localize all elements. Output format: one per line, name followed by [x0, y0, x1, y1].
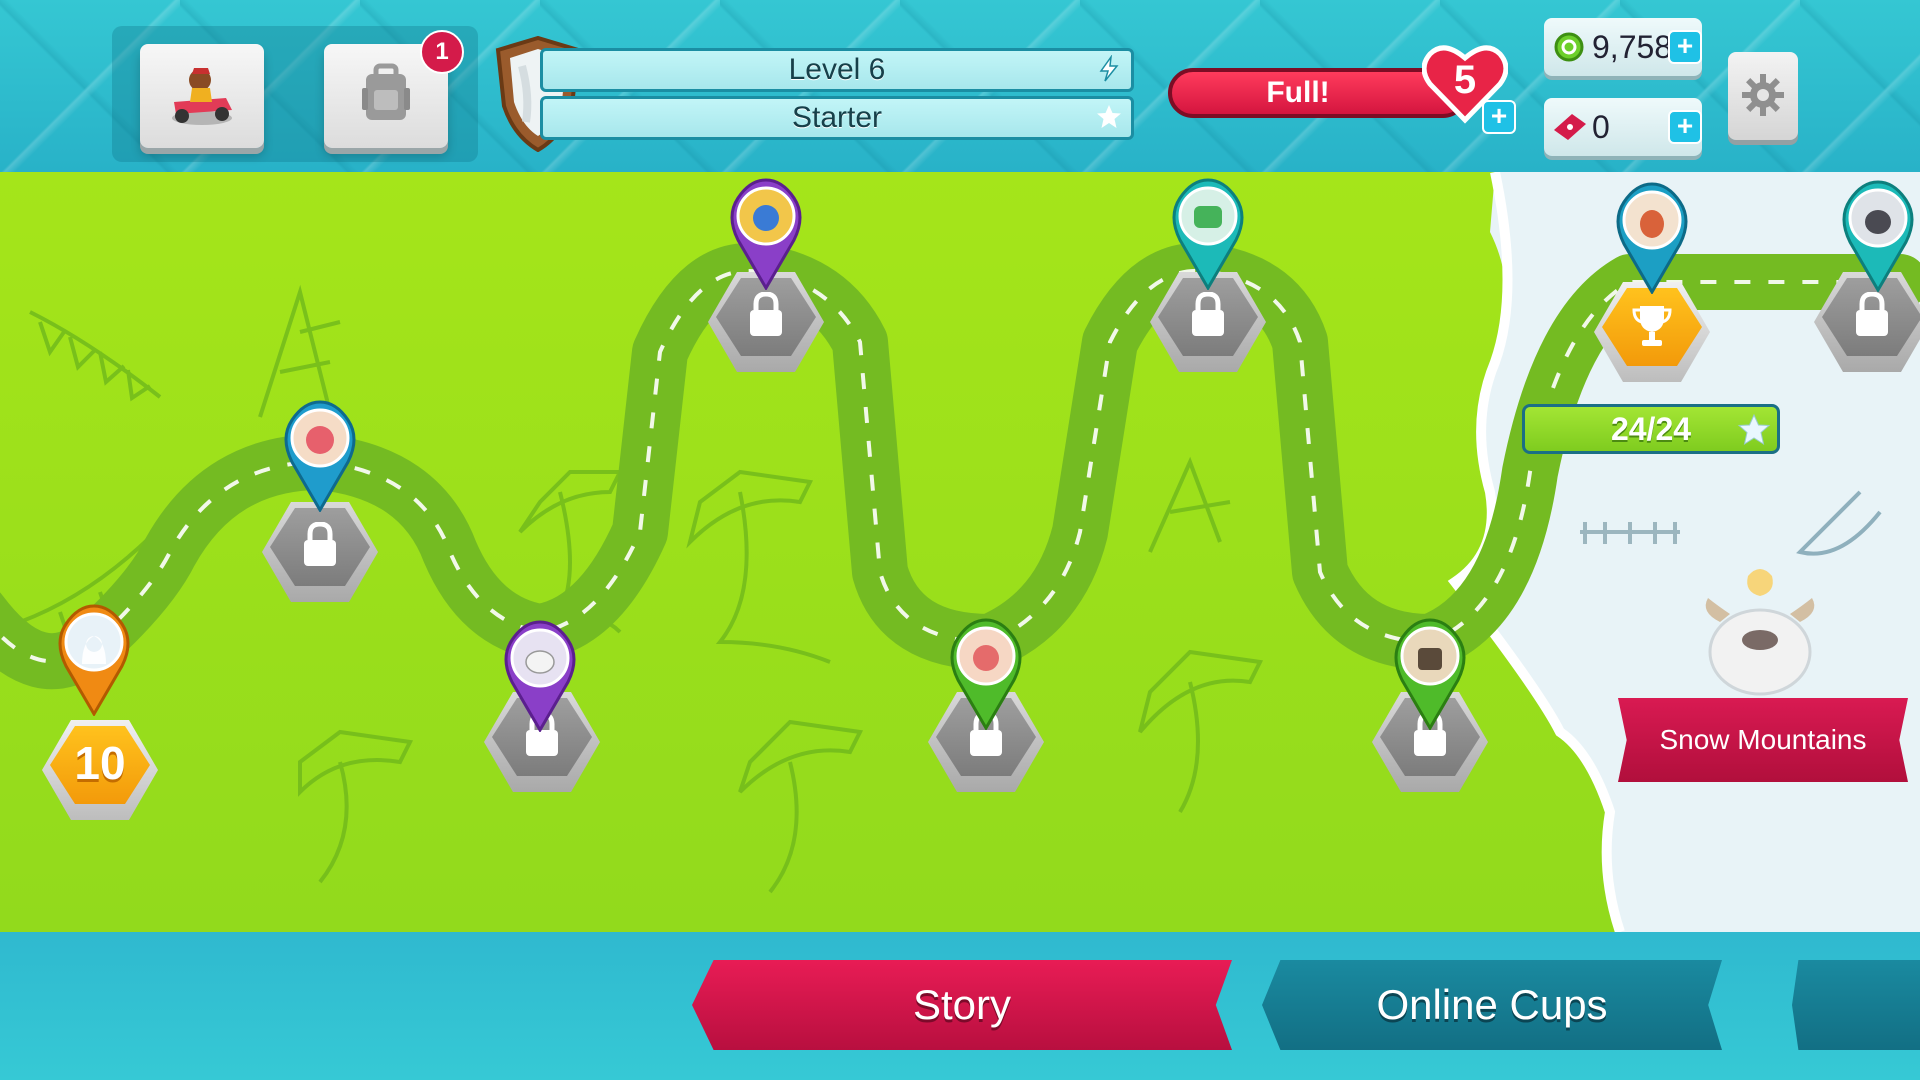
backpack-icon	[362, 63, 410, 120]
region-progress-text: 24/24	[1610, 410, 1692, 447]
tab-label: Online Cups	[1376, 981, 1608, 1028]
bottom-navigation: Story Online Cups	[0, 932, 1920, 1080]
lock-icon	[750, 292, 782, 336]
rank-bar: Starter	[540, 96, 1134, 140]
settings-button[interactable]	[1728, 52, 1798, 140]
rank-label: Starter	[791, 101, 883, 134]
region-name: Snow Mountains	[1659, 724, 1867, 755]
level-node-locked[interactable]	[262, 502, 378, 614]
region-progress-bar: 24/24	[1522, 404, 1780, 454]
story-map: 10 24/24 Snow Mountains	[0, 172, 1920, 932]
lives-count: 5	[1453, 58, 1477, 102]
lock-icon	[1192, 292, 1224, 336]
level-label: Level 6	[788, 53, 886, 86]
star-icon	[1097, 105, 1121, 128]
ticket-icon	[1554, 114, 1586, 140]
kart-character-button[interactable]	[140, 44, 264, 148]
tab-story[interactable]: Story	[692, 960, 1232, 1050]
tab-label: Story	[912, 981, 1012, 1028]
purple-pin-icon	[730, 178, 802, 291]
blue-pin-icon	[284, 400, 356, 513]
gear-icon	[1742, 74, 1784, 116]
green-pin-icon	[950, 618, 1022, 731]
level-pin-green[interactable]	[944, 616, 1028, 731]
yeti-creature-icon	[1705, 569, 1815, 696]
teal-pin-icon	[1616, 182, 1688, 295]
add-coins-button[interactable]: +	[1668, 30, 1702, 64]
level-pin-teal[interactable]	[1836, 178, 1920, 293]
current-level-number: 10	[74, 737, 126, 789]
level-bar: Level 6	[540, 48, 1134, 92]
add-lives-button[interactable]: +	[1482, 100, 1516, 134]
star-icon	[1737, 413, 1771, 446]
level-pin-purple[interactable]	[498, 618, 582, 733]
level-pin-teal[interactable]	[1610, 180, 1694, 295]
level-pin-green[interactable]	[1388, 616, 1472, 731]
level-node-current[interactable]: 10	[42, 720, 158, 832]
level-pin-blue[interactable]	[278, 398, 362, 513]
green-pin-icon	[1394, 618, 1466, 731]
trophy-icon	[1632, 306, 1672, 346]
lightning-icon	[1099, 55, 1119, 82]
tab-next[interactable]	[1792, 960, 1920, 1050]
teal-pin-icon	[1842, 180, 1914, 293]
purple-pin-icon	[504, 620, 576, 733]
lock-icon	[304, 522, 336, 566]
kart-driver-icon	[172, 68, 232, 125]
trophy-node[interactable]	[1594, 282, 1710, 394]
lives-status: Full!	[1266, 76, 1330, 109]
level-pin-current[interactable]	[52, 602, 136, 717]
lock-icon	[1856, 292, 1888, 336]
notification-badge: 1	[420, 30, 464, 74]
level-pin-teal[interactable]	[1166, 176, 1250, 291]
top-bar: 1 Level 6 Starter Full! 5 + 9,758 + 0 +	[0, 0, 1920, 172]
coin-icon	[1554, 32, 1584, 62]
region-name-banner: Snow Mountains	[1618, 698, 1908, 782]
tab-online-cups[interactable]: Online Cups	[1262, 960, 1722, 1050]
teal-pin-icon	[1172, 178, 1244, 291]
level-pin-purple[interactable]	[724, 176, 808, 291]
tickets-value: 0	[1592, 108, 1610, 145]
coins-value: 9,758	[1592, 28, 1673, 65]
orange-pin-icon	[58, 604, 130, 717]
add-tickets-button[interactable]: +	[1668, 110, 1702, 144]
